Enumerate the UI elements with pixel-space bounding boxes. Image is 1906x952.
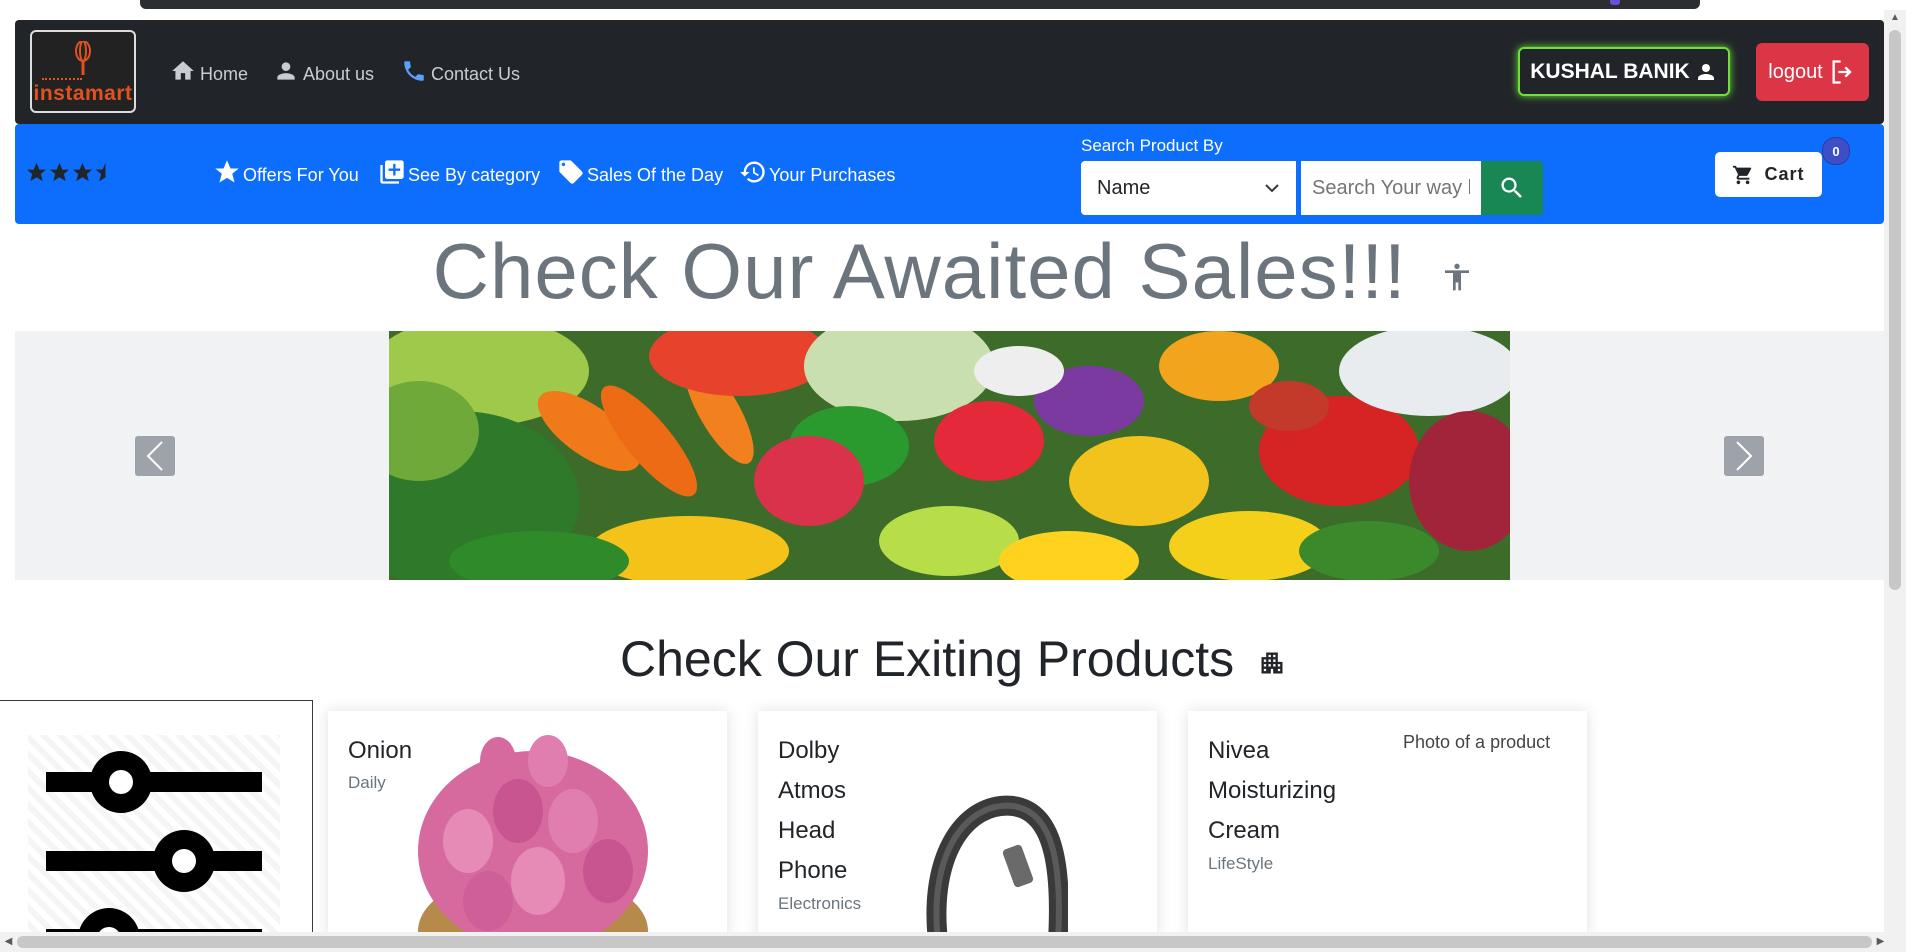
phone-icon — [404, 61, 424, 81]
search-label: Search Product By — [1081, 136, 1223, 155]
product-category: Daily — [348, 773, 386, 792]
search-icon — [1501, 177, 1522, 198]
nav-about[interactable]: About us — [273, 58, 374, 84]
sales-heading: Check Our Awaited Sales!!! — [0, 226, 1906, 317]
product-card-headphone[interactable]: Dolby Atmos Head Phone Electronics — [758, 711, 1157, 940]
vegetables-image — [389, 331, 1510, 580]
products-heading-text: Check Our Exiting Products — [619, 631, 1235, 687]
star-icon — [49, 162, 70, 182]
nav-sales-of-day[interactable]: Sales Of the Day — [557, 158, 723, 186]
top-navbar: instamart Home About us Contact Us KUSHA… — [15, 20, 1884, 124]
chevron-left-icon — [146, 441, 163, 471]
nav-category-label: See By category — [408, 165, 541, 185]
products-heading: Check Our Exiting Products — [0, 630, 1906, 688]
carousel-next-button[interactable] — [1724, 436, 1764, 476]
star-icon — [72, 162, 93, 182]
onion-image — [418, 735, 648, 940]
scroll-right-arrow-icon[interactable]: ▶ — [1872, 932, 1889, 952]
product-name: Nivea Moisturizing Cream — [1208, 737, 1337, 844]
filter-sliders-icon — [46, 751, 262, 939]
nav-category[interactable]: See By category — [378, 158, 540, 186]
logout-label: logout — [1768, 60, 1823, 83]
logo-text: instamart — [33, 82, 133, 105]
search-button[interactable] — [1481, 161, 1543, 215]
product-card-onion[interactable]: Onion Daily — [328, 711, 727, 940]
brand-logo[interactable]: instamart — [30, 30, 136, 113]
chevron-down-icon — [1265, 184, 1279, 193]
logout-button[interactable]: logout — [1756, 43, 1869, 101]
tag-icon — [559, 160, 583, 184]
search-by-select[interactable]: Name — [1081, 161, 1296, 215]
cart-button[interactable]: Cart — [1715, 152, 1822, 197]
search-input[interactable] — [1301, 161, 1481, 215]
sales-carousel — [15, 331, 1884, 580]
sales-heading-text: Check Our Awaited Sales!!! — [432, 227, 1407, 315]
star-icon — [215, 160, 239, 183]
accessibility-icon — [1445, 264, 1470, 291]
nav-home-label: Home — [200, 64, 249, 84]
extension-indicator — [1610, 0, 1620, 5]
star-icon — [26, 162, 47, 182]
horizontal-scroll-thumb[interactable] — [17, 936, 1872, 948]
user-name: KUSHAL BANIK — [1530, 59, 1690, 83]
star-half-icon — [95, 162, 117, 182]
broken-product-image: Photo of a product — [1403, 732, 1551, 752]
filter-panel[interactable] — [0, 700, 313, 940]
product-name: Onion — [348, 737, 413, 764]
carousel-slide-image — [389, 331, 1510, 580]
headphone-image — [926, 795, 1068, 940]
vertical-scroll-thumb[interactable] — [1889, 30, 1901, 590]
logout-icon — [1832, 60, 1852, 84]
nav-offers-label: Offers For You — [243, 165, 359, 185]
person-icon — [1697, 63, 1714, 80]
home-icon — [172, 61, 194, 80]
nav-about-label: About us — [303, 64, 375, 84]
product-card-nivea[interactable]: Nivea Moisturizing Cream LifeStyle Photo… — [1188, 711, 1587, 940]
cart-count-badge: 0 — [1822, 137, 1850, 165]
nav-contact-label: Contact Us — [431, 64, 521, 84]
scroll-up-arrow-icon[interactable]: ▲ — [1884, 10, 1906, 26]
horizontal-scrollbar[interactable]: ◀ ▶ — [0, 932, 1906, 952]
whisk-icon — [75, 41, 91, 75]
product-name: Dolby Atmos Head Phone — [778, 737, 848, 884]
browser-tab-strip — [140, 0, 1700, 9]
nav-purchases[interactable]: Your Purchases — [739, 158, 895, 186]
logo-dots — [42, 78, 82, 80]
cart-label: Cart — [1764, 164, 1805, 184]
person-icon — [277, 62, 295, 80]
nav-offers[interactable]: Offers For You — [213, 158, 359, 186]
vertical-scrollbar[interactable]: ▲ — [1884, 10, 1906, 932]
search-by-value: Name — [1097, 176, 1151, 199]
nav-sales-label: Sales Of the Day — [587, 165, 724, 185]
nav-home[interactable]: Home — [170, 58, 248, 84]
browser-top-strip — [0, 0, 1906, 10]
product-category: LifeStyle — [1208, 854, 1274, 873]
user-profile-button[interactable]: KUSHAL BANIK — [1518, 47, 1730, 96]
apartment-icon — [1261, 652, 1283, 674]
library-add-icon — [380, 160, 404, 184]
cart-icon — [1733, 165, 1752, 184]
secondary-navbar: Offers For You See By category Sales Of … — [15, 124, 1884, 224]
carousel-prev-button[interactable] — [135, 436, 175, 476]
history-icon — [740, 161, 765, 183]
scroll-left-arrow-icon[interactable]: ◀ — [0, 932, 17, 952]
nav-purchases-label: Your Purchases — [769, 165, 896, 185]
nav-contact[interactable]: Contact Us — [401, 58, 520, 84]
product-category: Electronics — [778, 894, 862, 913]
chevron-right-icon — [1736, 441, 1753, 471]
rating-stars — [25, 161, 117, 184]
